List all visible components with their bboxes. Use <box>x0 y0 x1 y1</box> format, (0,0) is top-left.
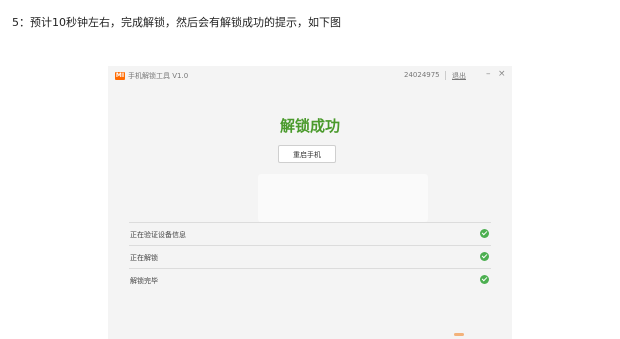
titlebar: MI 手机解锁工具 V1.0 24024975 退出 – × <box>108 66 512 86</box>
restart-phone-button[interactable]: 重启手机 <box>278 145 336 163</box>
check-circle-icon <box>480 229 489 238</box>
corner-decoration <box>454 333 464 336</box>
logout-link[interactable]: 退出 <box>452 71 466 81</box>
minimize-icon[interactable]: – <box>486 69 491 79</box>
check-circle-icon <box>480 252 489 261</box>
device-id: 24024975 <box>404 71 440 79</box>
step-row: 正在验证设备信息 <box>129 222 491 245</box>
blurred-area <box>258 174 428 222</box>
mi-logo-icon: MI <box>115 72 125 80</box>
step-label: 解锁完毕 <box>130 277 158 285</box>
close-icon[interactable]: × <box>498 69 506 79</box>
unlock-success-title: 解锁成功 <box>279 117 340 135</box>
check-circle-icon <box>480 275 489 284</box>
step-label: 正在验证设备信息 <box>130 231 186 239</box>
step-row: 解锁完毕 <box>129 268 491 291</box>
titlebar-divider <box>445 71 446 80</box>
unlock-tool-window: MI 手机解锁工具 V1.0 24024975 退出 – × 解锁成功 重启手机… <box>108 66 512 339</box>
step-row: 正在解锁 <box>129 245 491 268</box>
step-list: 正在验证设备信息 正在解锁 解锁完毕 <box>129 222 491 291</box>
instruction-text: 5：预计10秒钟左右，完成解锁，然后会有解锁成功的提示，如下图 <box>12 16 341 29</box>
app-title: 手机解锁工具 V1.0 <box>128 72 189 80</box>
step-label: 正在解锁 <box>130 254 158 262</box>
